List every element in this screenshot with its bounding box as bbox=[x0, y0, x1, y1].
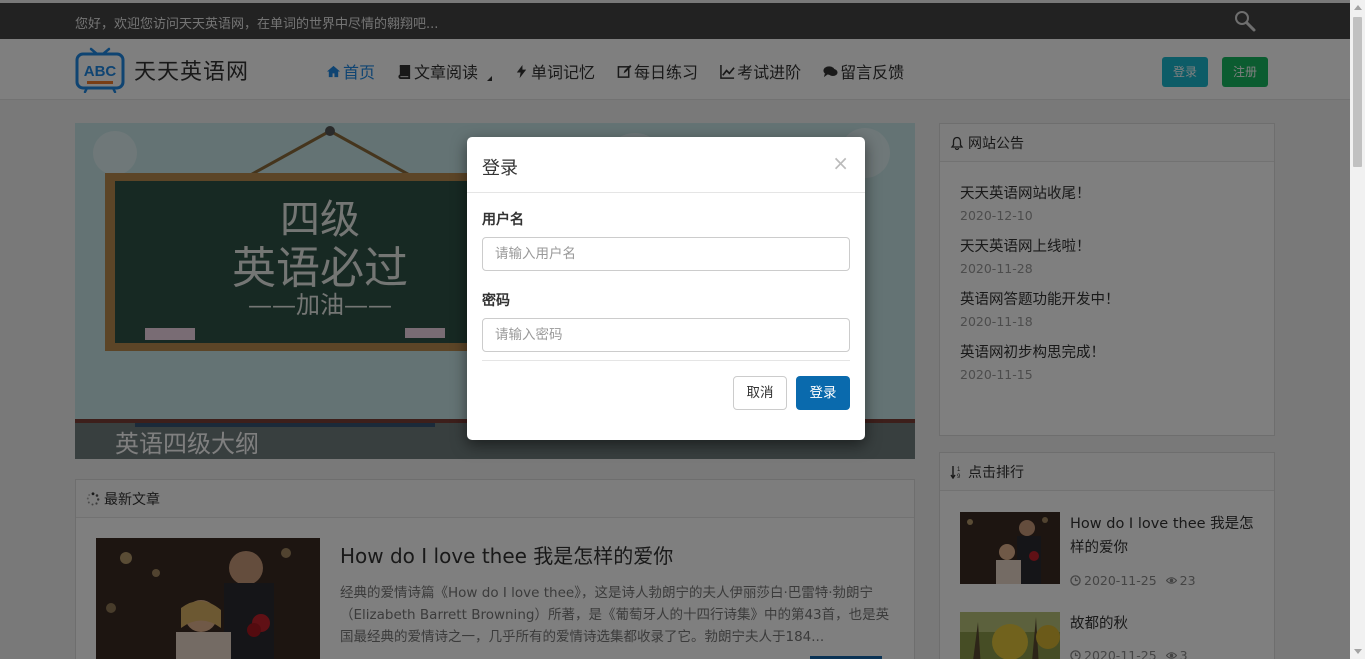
password-label: 密码 bbox=[482, 293, 510, 309]
submit-login-button[interactable]: 登录 bbox=[796, 376, 850, 410]
login-modal-header: 登录 × bbox=[467, 137, 865, 193]
login-form: 用户名 密码 bbox=[482, 209, 850, 371]
close-icon[interactable]: × bbox=[832, 151, 849, 175]
modal-footer-divider bbox=[482, 360, 850, 361]
scrollbar-thumb[interactable] bbox=[1353, 17, 1362, 167]
username-input[interactable] bbox=[482, 237, 850, 271]
login-modal: 登录 × 用户名 密码 取消 登录 bbox=[467, 137, 865, 440]
password-input[interactable] bbox=[482, 318, 850, 352]
page-scrollbar[interactable] bbox=[1350, 0, 1365, 659]
login-modal-title: 登录 bbox=[482, 158, 518, 179]
scroll-up-icon[interactable] bbox=[1354, 5, 1362, 10]
username-label: 用户名 bbox=[482, 212, 524, 228]
cancel-button[interactable]: 取消 bbox=[733, 376, 787, 410]
scroll-down-icon[interactable] bbox=[1354, 649, 1362, 654]
